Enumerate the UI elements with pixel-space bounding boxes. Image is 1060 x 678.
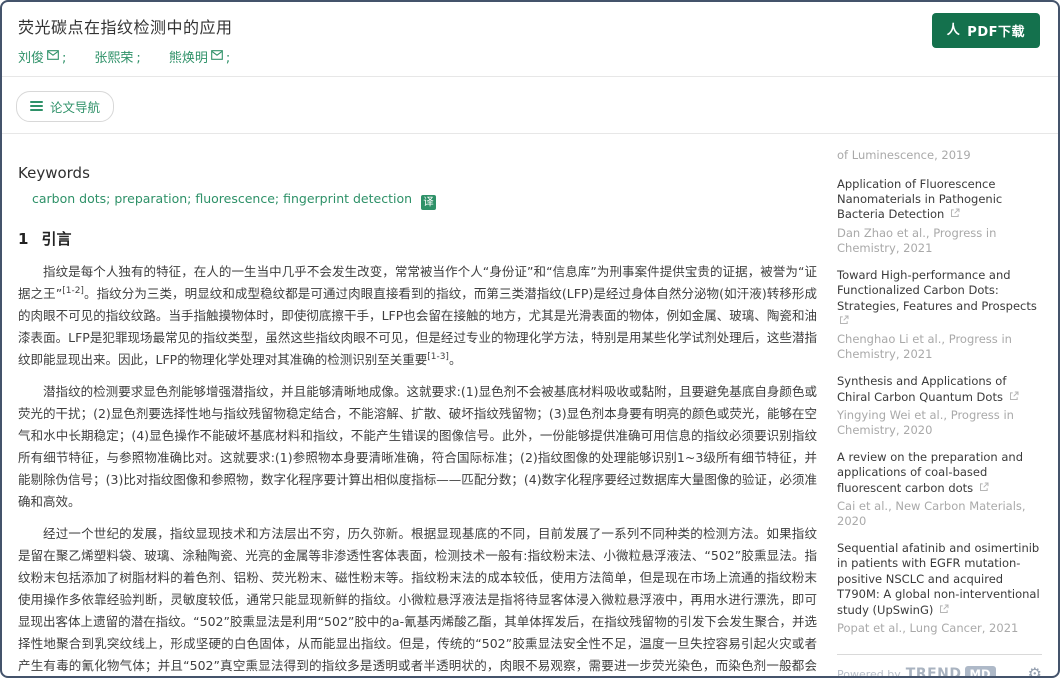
- toolbar-row: 论文导航: [2, 77, 1058, 133]
- page-title: 荧光碳点在指纹检测中的应用: [18, 14, 1042, 38]
- section-number: 1: [18, 230, 28, 248]
- related-article-title[interactable]: Application of Fluorescence Nanomaterial…: [837, 177, 1002, 222]
- trendmd-brand[interactable]: TREND: [906, 666, 962, 678]
- sidebar-footer-divider: [837, 654, 1042, 655]
- email-icon[interactable]: [47, 50, 59, 60]
- author-separator: ;: [62, 51, 66, 66]
- related-article-meta: Cai et al., New Carbon Materials, 2020: [837, 499, 1042, 529]
- related-article-title[interactable]: Synthesis and Applications of Chiral Car…: [837, 374, 1019, 403]
- pdf-download-label: PDF下载: [967, 21, 1025, 40]
- reference-marker[interactable]: [1-2]: [62, 285, 84, 295]
- paper-navigation-label: 论文导航: [50, 97, 100, 116]
- author-link[interactable]: 刘俊;: [18, 47, 66, 66]
- author-name[interactable]: 刘俊: [18, 47, 44, 66]
- article-header: 荧光碳点在指纹检测中的应用 刘俊;张熙荣;熊焕明; 人 PDF下载: [2, 2, 1058, 76]
- related-article: A review on the preparation and applicat…: [837, 450, 1042, 529]
- related-article-meta: Yingying Wei et al., Progress in Chemist…: [837, 408, 1042, 438]
- author-list: 刘俊;张熙荣;熊焕明;: [18, 47, 1042, 66]
- external-link-icon: [839, 315, 849, 325]
- keywords-line: carbon dots; preparation; fluorescence; …: [32, 191, 817, 210]
- body-paragraph: 经过一个世纪的发展，指纹显现技术和方法层出不穷，历久弥新。根据显现基底的不同，目…: [18, 523, 817, 678]
- pdf-icon: 人: [947, 24, 961, 37]
- related-article-title[interactable]: A review on the preparation and applicat…: [837, 450, 1023, 495]
- related-article-meta: Dan Zhao et al., Progress in Chemistry, …: [837, 226, 1042, 256]
- related-article-meta: Chenghao Li et al., Progress in Chemistr…: [837, 332, 1042, 362]
- menu-icon: [30, 101, 43, 111]
- external-link-icon: [979, 482, 989, 492]
- body-paragraph: 指纹是每个人独有的特征，在人的一生当中几乎不会发生改变，常常被当作个人“身份证”…: [18, 261, 817, 371]
- keywords-text[interactable]: carbon dots; preparation; fluorescence; …: [32, 191, 412, 206]
- article-body: 指纹是每个人独有的特征，在人的一生当中几乎不会发生改变，常常被当作个人“身份证”…: [18, 261, 817, 678]
- related-article-meta-partial: of Luminescence, 2019: [837, 148, 1042, 163]
- related-article-title[interactable]: Sequential afatinib and osimertinib in p…: [837, 541, 1040, 617]
- content-area: Keywords carbon dots; preparation; fluor…: [2, 134, 1058, 678]
- reference-marker[interactable]: [1-3]: [427, 351, 449, 361]
- related-article-title[interactable]: Toward High-performance and Functionaliz…: [837, 268, 1037, 328]
- author-link[interactable]: 张熙荣;: [94, 47, 140, 66]
- external-link-icon: [1009, 391, 1019, 401]
- author-separator: ;: [136, 51, 140, 66]
- related-article: Synthesis and Applications of Chiral Car…: [837, 374, 1042, 438]
- sidebar-footer: Powered by TREND MD ⚙: [837, 666, 1042, 678]
- settings-gear-icon[interactable]: ⚙: [1028, 666, 1042, 678]
- keywords-heading: Keywords: [18, 164, 817, 182]
- author-name[interactable]: 张熙荣: [94, 47, 133, 66]
- trendmd-badge[interactable]: MD: [965, 666, 996, 678]
- article-main: Keywords carbon dots; preparation; fluor…: [18, 134, 837, 678]
- author-name[interactable]: 熊焕明: [169, 47, 208, 66]
- author-link[interactable]: 熊焕明;: [169, 47, 230, 66]
- powered-by-label: Powered by: [837, 668, 901, 678]
- related-article: Sequential afatinib and osimertinib in p…: [837, 541, 1042, 636]
- article-page-window: 荧光碳点在指纹检测中的应用 刘俊;张熙荣;熊焕明; 人 PDF下载 论文导航 K…: [0, 0, 1060, 678]
- related-article: Toward High-performance and Functionaliz…: [837, 268, 1042, 363]
- translate-badge[interactable]: 译: [421, 195, 436, 210]
- related-articles-sidebar: of Luminescence, 2019 Application of Flu…: [837, 134, 1042, 678]
- section-title: 引言: [41, 230, 71, 248]
- related-article: Application of Fluorescence Nanomaterial…: [837, 177, 1042, 256]
- pdf-download-button[interactable]: 人 PDF下载: [932, 13, 1040, 48]
- external-link-icon: [939, 604, 949, 614]
- author-separator: ;: [226, 51, 230, 66]
- email-icon[interactable]: [211, 50, 223, 60]
- section-heading: 1 引言: [18, 228, 817, 249]
- external-link-icon: [950, 208, 960, 218]
- paper-navigation-button[interactable]: 论文导航: [16, 91, 114, 122]
- related-articles-list: Application of Fluorescence Nanomaterial…: [837, 177, 1042, 636]
- related-article-meta: Popat et al., Lung Cancer, 2021: [837, 621, 1042, 636]
- body-paragraph: 潜指纹的检测要求显色剂能够增强潜指纹，并且能够清晰地成像。这就要求:(1)显色剂…: [18, 381, 817, 513]
